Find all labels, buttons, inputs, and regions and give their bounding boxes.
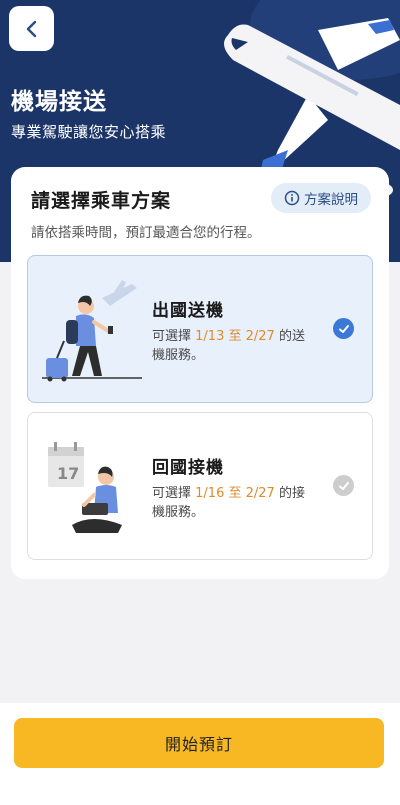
plan-card: 請選擇乘車方案 方案說明 請依搭乘時間，預訂最適合您的行程。 出國送機 可選擇 …: [11, 167, 389, 579]
page-title: 機場接送: [11, 89, 107, 115]
start-booking-button[interactable]: 開始預訂: [14, 718, 384, 768]
option-title: 回國接機: [152, 458, 224, 478]
option-arrival[interactable]: 17 回國接機 可選擇 1/16 至 2/27 的接機服務。: [27, 412, 373, 560]
date-start: 1/16: [195, 486, 225, 501]
page-subtitle: 專業駕駛讓您安心搭乘: [11, 123, 167, 141]
plan-info-label: 方案說明: [304, 192, 358, 208]
selected-check[interactable]: [333, 318, 354, 339]
back-button[interactable]: [9, 6, 54, 51]
option-departure[interactable]: 出國送機 可選擇 1/13 至 2/27 的送機服務。: [27, 255, 373, 403]
plan-title: 請選擇乘車方案: [31, 190, 172, 212]
info-icon: [284, 190, 300, 206]
date-end: 2/27: [245, 486, 275, 501]
bottom-bar: 開始預訂: [0, 703, 400, 805]
chevron-left-icon: [26, 20, 36, 37]
calendar-day: 17: [57, 464, 79, 483]
calendar-person-illustration: 17: [48, 442, 122, 533]
unselected-check[interactable]: [333, 475, 354, 496]
plan-info-button[interactable]: 方案說明: [271, 183, 371, 213]
date-start: 1/13: [195, 329, 225, 344]
check-icon: [338, 481, 349, 490]
check-icon: [338, 324, 349, 333]
traveler-illustration: [42, 280, 142, 382]
option-description: 可選擇 1/13 至 2/27 的送機服務。: [152, 329, 305, 363]
plan-description: 請依搭乘時間，預訂最適合您的行程。: [31, 225, 261, 241]
option-description: 可選擇 1/16 至 2/27 的接機服務。: [152, 486, 305, 520]
option-title: 出國送機: [152, 301, 224, 321]
date-end: 2/27: [245, 329, 275, 344]
